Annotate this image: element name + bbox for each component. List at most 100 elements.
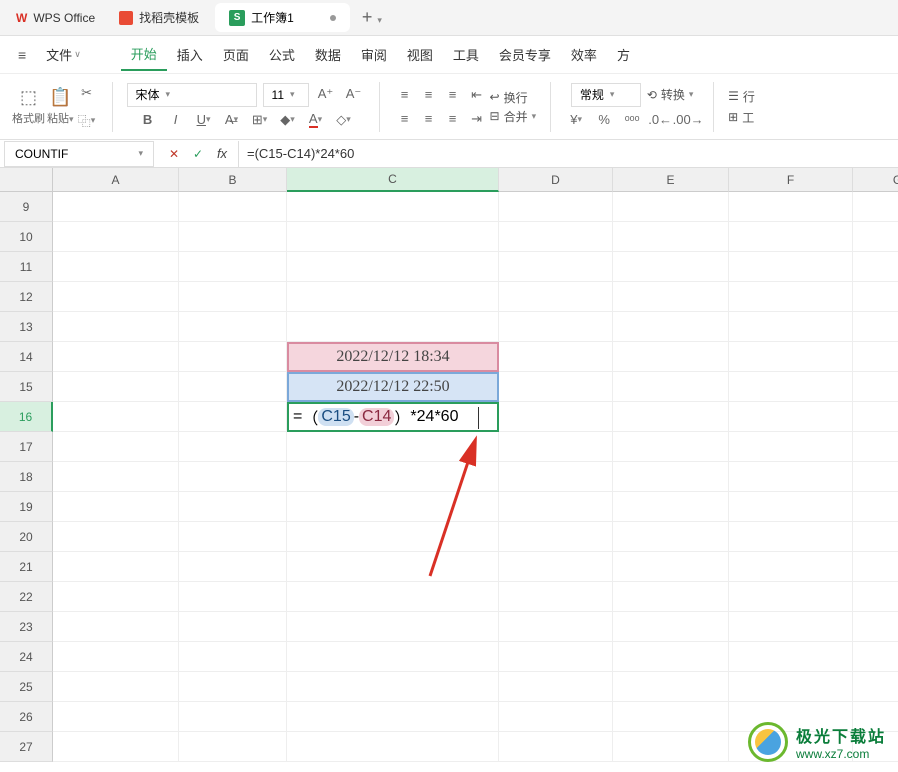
merge-button[interactable]: ⊟合并▾ [490, 108, 537, 125]
cell-C25[interactable] [287, 672, 499, 702]
cell-A27[interactable] [53, 732, 179, 762]
cell-A11[interactable] [53, 252, 179, 282]
menu-page[interactable]: 页面 [213, 39, 259, 70]
fill-color-icon[interactable]: ◆▾ [277, 109, 299, 131]
name-box[interactable]: COUNTIF ▾ [4, 141, 154, 167]
paste-icon[interactable]: 📋 [49, 87, 71, 108]
formula-input[interactable]: =(C15-C14)*24*60 [238, 141, 898, 167]
bold-icon[interactable]: B [137, 109, 159, 131]
col-header-F[interactable]: F [729, 168, 853, 192]
app-tab-template[interactable]: 找稻壳模板 [107, 3, 211, 32]
cell-B12[interactable] [179, 282, 287, 312]
cell-C12[interactable] [287, 282, 499, 312]
worksheet-button[interactable]: ⊞工 [728, 109, 755, 126]
cell-G17[interactable] [853, 432, 898, 462]
cell-C24[interactable] [287, 642, 499, 672]
cell-F21[interactable] [729, 552, 853, 582]
cell-D9[interactable] [499, 192, 613, 222]
cell-C19[interactable] [287, 492, 499, 522]
cell-C22[interactable] [287, 582, 499, 612]
paste-label[interactable]: 粘贴▾ [47, 110, 74, 126]
cell-E24[interactable] [613, 642, 729, 672]
cell-C21[interactable] [287, 552, 499, 582]
cell-A9[interactable] [53, 192, 179, 222]
row-header-12[interactable]: 12 [0, 282, 53, 312]
cell-F13[interactable] [729, 312, 853, 342]
cell-E27[interactable] [613, 732, 729, 762]
cell-G22[interactable] [853, 582, 898, 612]
cell-E22[interactable] [613, 582, 729, 612]
cell-G16[interactable] [853, 402, 898, 432]
menu-file[interactable]: 文件∨ [36, 39, 91, 70]
clear-format-icon[interactable]: ◇▾ [333, 109, 355, 131]
cell-B13[interactable] [179, 312, 287, 342]
menu-view[interactable]: 视图 [397, 39, 443, 70]
indent-left-icon[interactable]: ⇤ [466, 84, 488, 106]
cell-E13[interactable] [613, 312, 729, 342]
cell-E11[interactable] [613, 252, 729, 282]
cell-F23[interactable] [729, 612, 853, 642]
col-header-E[interactable]: E [613, 168, 729, 192]
row-header-14[interactable]: 14 [0, 342, 53, 372]
copy-icon[interactable]: ⿻▾ [76, 110, 98, 132]
font-color-icon[interactable]: A▾ [305, 109, 327, 131]
cell-F24[interactable] [729, 642, 853, 672]
cell-A20[interactable] [53, 522, 179, 552]
percent-icon[interactable]: % [593, 109, 615, 131]
cell-E15[interactable] [613, 372, 729, 402]
cell-E14[interactable] [613, 342, 729, 372]
cell-A15[interactable] [53, 372, 179, 402]
menu-vip[interactable]: 会员专享 [489, 39, 561, 70]
app-tab-wps[interactable]: W WPS Office [4, 5, 107, 31]
strike-icon[interactable]: A̶▾ [221, 109, 243, 131]
row-header-24[interactable]: 24 [0, 642, 53, 672]
cell-G18[interactable] [853, 462, 898, 492]
cell-A18[interactable] [53, 462, 179, 492]
cell-E20[interactable] [613, 522, 729, 552]
menu-review[interactable]: 审阅 [351, 39, 397, 70]
cell-G11[interactable] [853, 252, 898, 282]
cell-B27[interactable] [179, 732, 287, 762]
row-col-button[interactable]: ☰行 [728, 88, 755, 105]
cell-B24[interactable] [179, 642, 287, 672]
cell-A24[interactable] [53, 642, 179, 672]
cell-D18[interactable] [499, 462, 613, 492]
menu-formula[interactable]: 公式 [259, 39, 305, 70]
cell-F25[interactable] [729, 672, 853, 702]
cell-D26[interactable] [499, 702, 613, 732]
cell-A19[interactable] [53, 492, 179, 522]
currency-icon[interactable]: ¥▾ [565, 109, 587, 131]
convert-button[interactable]: ⟲转换▾ [647, 83, 694, 107]
align-center-icon[interactable]: ≡ [418, 108, 440, 130]
cell-A10[interactable] [53, 222, 179, 252]
row-header-22[interactable]: 22 [0, 582, 53, 612]
increase-decimal-icon[interactable]: .00→ [677, 109, 699, 131]
menu-hamburger[interactable]: ≡ [8, 41, 36, 69]
decrease-font-icon[interactable]: A⁻ [343, 83, 365, 105]
cell-F10[interactable] [729, 222, 853, 252]
fx-button[interactable]: fx [212, 144, 232, 164]
cell-A12[interactable] [53, 282, 179, 312]
cell-D13[interactable] [499, 312, 613, 342]
row-header-17[interactable]: 17 [0, 432, 53, 462]
cell-C17[interactable] [287, 432, 499, 462]
menu-more[interactable]: 方 [607, 39, 640, 70]
menu-start[interactable]: 开始 [121, 38, 167, 71]
cell-F11[interactable] [729, 252, 853, 282]
cell-C15[interactable]: 2022/12/12 22:50 [287, 372, 499, 402]
cell-B9[interactable] [179, 192, 287, 222]
cell-F9[interactable] [729, 192, 853, 222]
cell-A23[interactable] [53, 612, 179, 642]
select-all-corner[interactable] [0, 168, 53, 192]
italic-icon[interactable]: I [165, 109, 187, 131]
cell-A16[interactable] [53, 402, 179, 432]
cell-F14[interactable] [729, 342, 853, 372]
cancel-formula-button[interactable]: ✕ [164, 144, 184, 164]
cell-G24[interactable] [853, 642, 898, 672]
cell-B18[interactable] [179, 462, 287, 492]
cell-C13[interactable] [287, 312, 499, 342]
cell-C20[interactable] [287, 522, 499, 552]
cell-F16[interactable] [729, 402, 853, 432]
row-header-26[interactable]: 26 [0, 702, 53, 732]
cell-F22[interactable] [729, 582, 853, 612]
